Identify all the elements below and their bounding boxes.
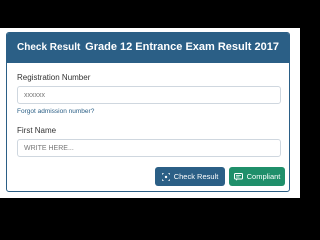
compliant-label: Compliant	[246, 172, 281, 181]
first-name-placeholder: WRITE HERE...	[24, 144, 74, 152]
registration-number-input[interactable]: xxxxxx	[17, 86, 281, 104]
card-header: Check Result Grade 12 Entrance Exam Resu…	[7, 33, 289, 63]
check-result-card: Check Result Grade 12 Entrance Exam Resu…	[6, 32, 290, 192]
first-name-input[interactable]: WRITE HERE...	[17, 139, 281, 157]
compliant-button[interactable]: Compliant	[229, 167, 285, 186]
exam-title: Grade 12 Entrance Exam Result 2017	[85, 41, 279, 53]
registration-placeholder: xxxxxx	[24, 91, 45, 99]
card-title: Check Result	[17, 42, 81, 53]
message-icon	[233, 172, 243, 181]
check-result-label: Check Result	[173, 172, 219, 181]
check-result-button[interactable]: Check Result	[155, 167, 225, 186]
forgot-admission-link[interactable]: Forgot admission number?	[17, 108, 94, 115]
registration-label: Registration Number	[17, 73, 91, 82]
scan-icon	[161, 172, 170, 181]
first-name-label: First Name	[17, 126, 57, 135]
video-frame: Check Result Grade 12 Entrance Exam Resu…	[0, 0, 300, 225]
